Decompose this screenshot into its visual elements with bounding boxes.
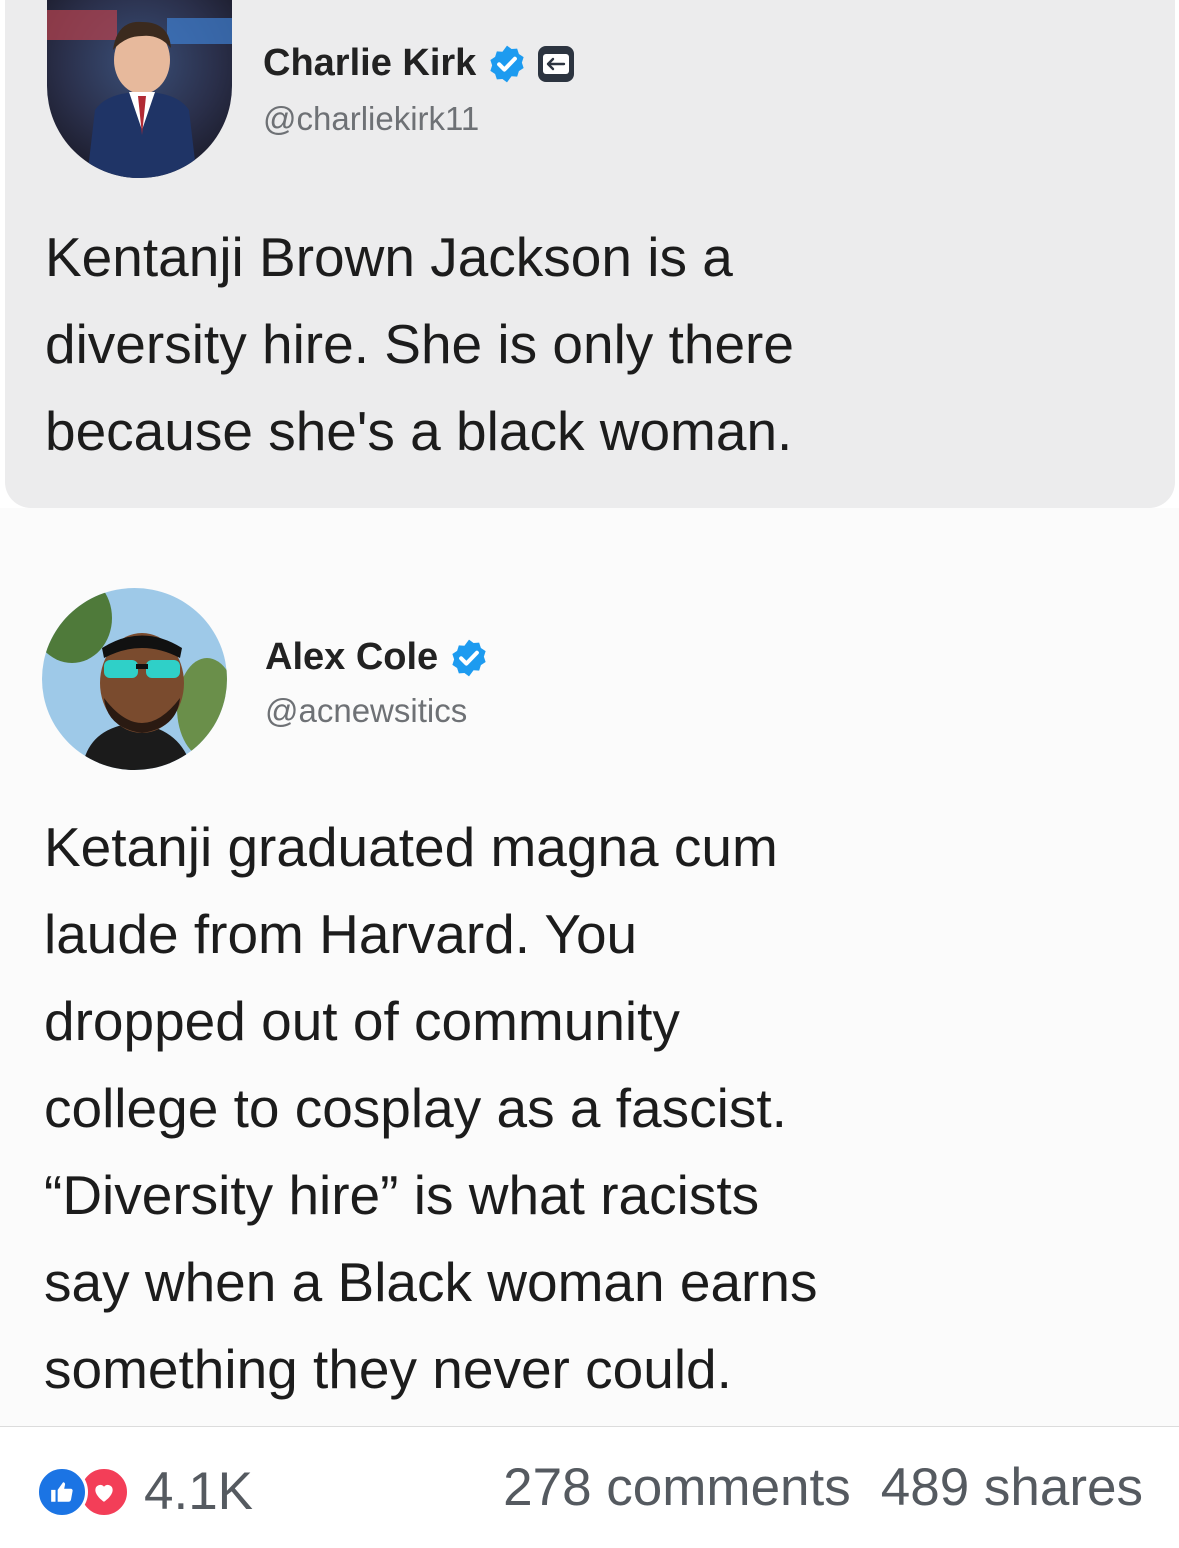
tweet-text-line: Kentanji Brown Jackson is a: [45, 226, 733, 288]
display-name[interactable]: Alex Cole: [265, 636, 438, 679]
reaction-icons: [36, 1465, 136, 1518]
reactions-summary[interactable]: 4.1K: [36, 1461, 253, 1522]
display-name[interactable]: Charlie Kirk: [263, 42, 476, 85]
avatar-photo: [47, 0, 232, 178]
tweet-card[interactable]: Alex Cole @acnewsitics Ketanji graduated…: [0, 508, 1179, 1426]
engagement-stats: 278 comments 489 shares: [503, 1457, 1143, 1518]
tweet-text-line: something they never could.: [44, 1338, 732, 1400]
avatar[interactable]: [42, 588, 227, 770]
verified-badge-icon: [486, 43, 528, 85]
organization-badge-icon: [536, 44, 576, 84]
screenshot-page: Charlie Kirk @charliekirk11 Kentanji Bro…: [0, 0, 1179, 1548]
tweet-1-header: Charlie Kirk: [263, 42, 576, 85]
like-icon: [36, 1465, 88, 1518]
tweet-text-line: Ketanji graduated magna cum: [44, 816, 778, 878]
tweet-text-line: laude from Harvard. You: [44, 903, 638, 965]
tweet-text-line: college to cosplay as a fascist.: [44, 1077, 787, 1139]
tweet-text-line: “Diversity hire” is what racists: [44, 1164, 760, 1226]
avatar[interactable]: [47, 0, 232, 178]
verified-badge-icon: [448, 637, 490, 679]
tweet-1-text: Kentanji Brown Jackson is a diversity hi…: [45, 214, 794, 475]
handle[interactable]: @acnewsitics: [265, 692, 467, 730]
tweet-text-line: diversity hire. She is only there: [45, 313, 794, 375]
avatar-photo: [42, 588, 227, 770]
reaction-count: 4.1K: [144, 1462, 254, 1521]
comments-count-link[interactable]: 278 comments: [503, 1457, 851, 1518]
tweet-text-line: say when a Black woman earns: [44, 1251, 818, 1313]
tweet-2-header: Alex Cole: [265, 636, 490, 679]
tweet-text-line: because she's a black woman.: [45, 400, 793, 462]
quoted-tweet-card[interactable]: Charlie Kirk @charliekirk11 Kentanji Bro…: [5, 0, 1175, 508]
shares-count-link[interactable]: 489 shares: [881, 1457, 1143, 1518]
tweet-text-line: dropped out of community: [44, 990, 680, 1052]
tweet-2-text: Ketanji graduated magna cum laude from H…: [44, 804, 817, 1413]
post-stats-bar: 4.1K 278 comments 489 shares: [0, 1427, 1179, 1548]
handle[interactable]: @charliekirk11: [263, 100, 479, 138]
